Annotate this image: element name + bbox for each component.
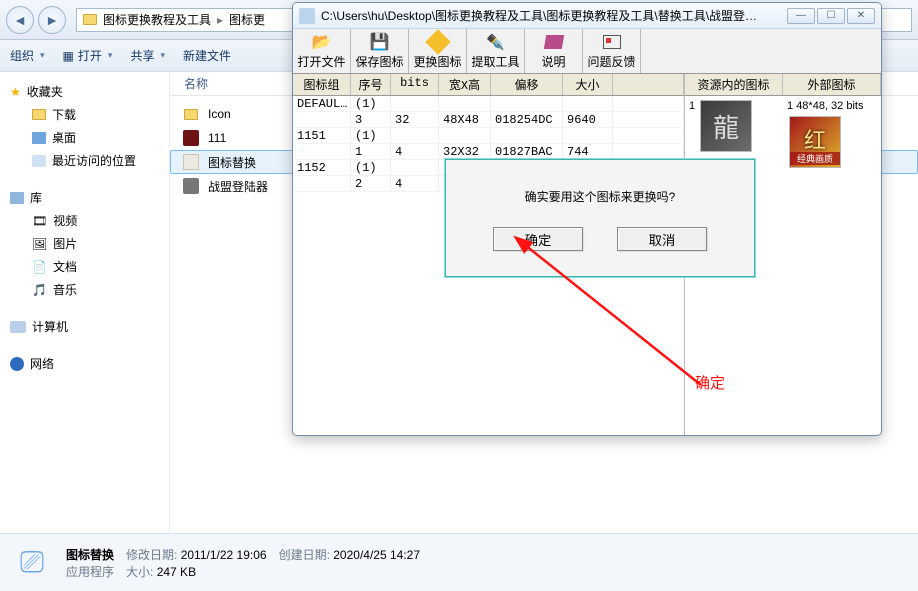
feedback-icon bbox=[603, 35, 621, 49]
extract-button[interactable]: 提取工具 bbox=[467, 29, 525, 73]
annotation-label: 确定 bbox=[695, 372, 725, 393]
dialog-message: 确实要用这个图标来更换吗? bbox=[446, 160, 754, 205]
folder-icon bbox=[83, 14, 97, 25]
side-header-external[interactable]: 外部图标 bbox=[783, 74, 881, 95]
table-row[interactable]: DEFAUL…(1) bbox=[293, 96, 684, 112]
icon-tool-window: C:\Users\hu\Desktop\图标更换教程及工具\图标更换教程及工具\… bbox=[292, 2, 882, 436]
save-icon bbox=[370, 33, 390, 51]
nav-music[interactable]: 🎵 音乐 bbox=[4, 278, 165, 301]
computer-icon bbox=[10, 321, 26, 333]
table-row[interactable]: 33248X48018254DC9640 bbox=[293, 112, 684, 128]
file-type-icon: ⎚ bbox=[12, 543, 52, 583]
nav-pane: ★收藏夹 下载 桌面 最近访问的位置 库 🎞 视频 🖼 图片 📄 文档 🎵 音乐… bbox=[0, 72, 170, 533]
grid-header[interactable]: 图标组序号bits宽X高偏移大小 bbox=[293, 74, 684, 96]
nav-network[interactable]: 网络 bbox=[4, 352, 165, 375]
nav-back-button[interactable]: ◄ bbox=[6, 6, 34, 34]
breadcrumb-sep: ▸ bbox=[217, 13, 223, 27]
table-row[interactable]: 1432X3201827BAC744 bbox=[293, 144, 684, 160]
app-icon bbox=[183, 154, 199, 170]
extract-icon bbox=[486, 33, 506, 51]
status-type: 应用程序 bbox=[66, 563, 114, 580]
folder-icon bbox=[32, 109, 46, 120]
star-icon: ★ bbox=[10, 85, 21, 99]
network-icon bbox=[10, 357, 24, 371]
desktop-icon bbox=[32, 132, 46, 144]
main-toolbar: 打开文件 保存图标 更换图标 提取工具 说明 问题反馈 bbox=[293, 29, 881, 74]
breadcrumb-seg[interactable]: 图标更换教程及工具 bbox=[103, 11, 211, 28]
external-icons[interactable]: 1 48*48, 32 bits bbox=[783, 96, 881, 172]
nav-favorites[interactable]: ★收藏夹 bbox=[4, 80, 165, 103]
internal-icon-thumb[interactable] bbox=[700, 100, 752, 152]
nav-forward-button[interactable]: ► bbox=[38, 6, 66, 34]
folder-icon bbox=[184, 109, 198, 120]
share-button[interactable]: 共享 bbox=[130, 47, 165, 64]
cancel-button[interactable]: 取消 bbox=[617, 227, 707, 251]
side-header-internal[interactable]: 资源内的图标 bbox=[685, 74, 783, 95]
swap-icon bbox=[425, 29, 450, 54]
status-name: 图标替换 bbox=[66, 546, 114, 563]
nav-computer[interactable]: 计算机 bbox=[4, 315, 165, 338]
window-title: C:\Users\hu\Desktop\图标更换教程及工具\图标更换教程及工具\… bbox=[321, 7, 781, 24]
nav-videos[interactable]: 🎞 视频 bbox=[4, 209, 165, 232]
open-file-button[interactable]: 打开文件 bbox=[293, 29, 351, 73]
app-icon bbox=[183, 178, 199, 194]
table-row[interactable]: 1151(1) bbox=[293, 128, 684, 144]
details-pane: ⎚ 图标替换 修改日期: 2011/1/22 19:06 创建日期: 2020/… bbox=[0, 533, 918, 591]
newfolder-button[interactable]: 新建文件 bbox=[183, 47, 231, 64]
external-icon-thumb[interactable] bbox=[789, 116, 841, 168]
external-icon-label: 48*48, 32 bits bbox=[796, 100, 863, 112]
nav-downloads[interactable]: 下载 bbox=[4, 103, 165, 126]
app-icon bbox=[183, 130, 199, 146]
titlebar[interactable]: C:\Users\hu\Desktop\图标更换教程及工具\图标更换教程及工具\… bbox=[293, 3, 881, 29]
breadcrumb-seg[interactable]: 图标更 bbox=[229, 11, 265, 28]
organize-button[interactable]: 组织 bbox=[10, 47, 45, 64]
minimize-button[interactable]: — bbox=[787, 8, 815, 24]
feedback-button[interactable]: 问题反馈 bbox=[583, 29, 641, 73]
nav-libraries[interactable]: 库 bbox=[4, 186, 165, 209]
save-icon-button[interactable]: 保存图标 bbox=[351, 29, 409, 73]
app-icon bbox=[299, 8, 315, 24]
maximize-button[interactable]: ☐ bbox=[817, 8, 845, 24]
close-button[interactable]: ✕ bbox=[847, 8, 875, 24]
confirm-dialog: 确实要用这个图标来更换吗? 确定 取消 bbox=[445, 159, 755, 277]
open-button[interactable]: ▦ 打开 bbox=[63, 47, 113, 64]
help-button[interactable]: 说明 bbox=[525, 29, 583, 73]
nav-documents[interactable]: 📄 文档 bbox=[4, 255, 165, 278]
nav-pictures[interactable]: 🖼 图片 bbox=[4, 232, 165, 255]
swap-icon-button[interactable]: 更换图标 bbox=[409, 29, 467, 73]
open-icon bbox=[312, 33, 332, 51]
help-icon bbox=[543, 35, 563, 49]
nav-desktop[interactable]: 桌面 bbox=[4, 126, 165, 149]
recent-icon bbox=[32, 155, 46, 167]
ok-button[interactable]: 确定 bbox=[493, 227, 583, 251]
library-icon bbox=[10, 192, 24, 204]
nav-recent[interactable]: 最近访问的位置 bbox=[4, 149, 165, 172]
